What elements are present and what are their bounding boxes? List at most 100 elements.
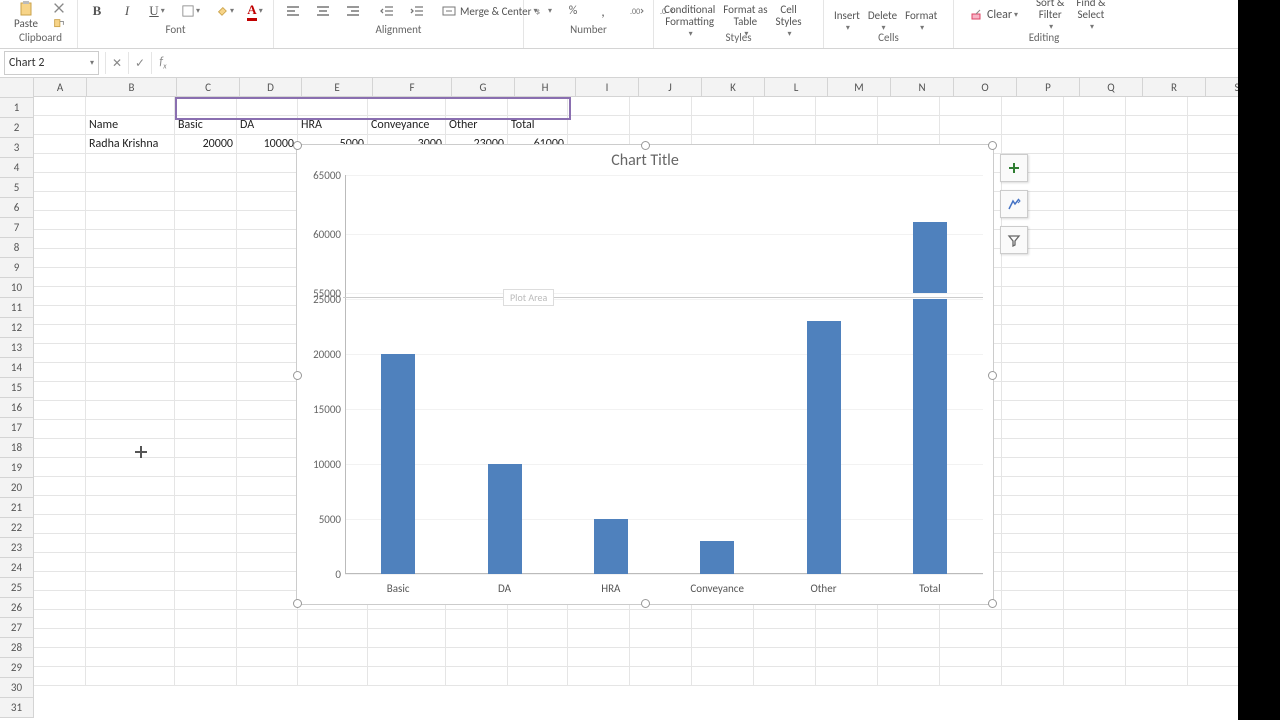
cell[interactable] xyxy=(940,667,1002,686)
cell[interactable] xyxy=(34,515,86,534)
cell[interactable]: Total xyxy=(508,116,568,135)
cell[interactable] xyxy=(1064,515,1126,534)
paste-button[interactable]: Paste xyxy=(10,0,42,30)
fx-button[interactable]: fx xyxy=(151,52,174,74)
cell[interactable] xyxy=(816,116,878,135)
cell[interactable] xyxy=(34,610,86,629)
cell[interactable] xyxy=(568,97,630,116)
cell[interactable] xyxy=(1126,401,1188,420)
cell[interactable] xyxy=(1126,268,1188,287)
cell[interactable] xyxy=(878,667,940,686)
column-header[interactable]: J xyxy=(639,78,702,97)
cell[interactable] xyxy=(940,116,1002,135)
row-header[interactable]: 8 xyxy=(0,238,34,258)
cell[interactable] xyxy=(754,116,816,135)
column-header[interactable]: A xyxy=(34,78,87,97)
row-header[interactable]: 29 xyxy=(0,658,34,678)
cell[interactable] xyxy=(175,496,237,515)
cell[interactable] xyxy=(175,230,237,249)
cell[interactable] xyxy=(86,496,175,515)
cell[interactable] xyxy=(237,97,298,116)
cell[interactable] xyxy=(754,629,816,648)
column-header[interactable]: O xyxy=(954,78,1017,97)
cell[interactable] xyxy=(1064,477,1126,496)
cell[interactable] xyxy=(878,116,940,135)
row-header[interactable]: 13 xyxy=(0,338,34,358)
cell[interactable] xyxy=(1002,306,1064,325)
cell[interactable] xyxy=(237,249,298,268)
cell[interactable] xyxy=(34,268,86,287)
cell[interactable] xyxy=(237,192,298,211)
cell[interactable] xyxy=(1002,363,1064,382)
enter-formula-button[interactable]: ✓ xyxy=(128,52,151,74)
column-header[interactable]: G xyxy=(452,78,515,97)
cell[interactable] xyxy=(446,610,508,629)
column-header[interactable]: B xyxy=(87,78,177,97)
cell[interactable] xyxy=(754,610,816,629)
cell[interactable] xyxy=(237,648,298,667)
cell[interactable] xyxy=(175,477,237,496)
cell[interactable] xyxy=(298,97,368,116)
bold-button[interactable]: B xyxy=(84,0,110,22)
cell[interactable] xyxy=(1126,97,1188,116)
clear-button[interactable]: Clear▾ xyxy=(960,4,1028,26)
cell[interactable] xyxy=(237,458,298,477)
cell[interactable] xyxy=(1002,629,1064,648)
bar[interactable] xyxy=(488,464,522,574)
cell[interactable] xyxy=(175,211,237,230)
percent-button[interactable]: % xyxy=(560,0,586,22)
cell[interactable] xyxy=(237,553,298,572)
cell[interactable] xyxy=(86,382,175,401)
cell[interactable] xyxy=(237,363,298,382)
column-header[interactable]: N xyxy=(891,78,954,97)
cell[interactable] xyxy=(816,667,878,686)
row-header[interactable]: 5 xyxy=(0,178,34,198)
cell[interactable] xyxy=(1002,458,1064,477)
cell[interactable] xyxy=(1002,382,1064,401)
cell[interactable] xyxy=(630,667,692,686)
column-header[interactable]: K xyxy=(702,78,765,97)
cell[interactable] xyxy=(692,97,754,116)
italic-button[interactable]: I xyxy=(114,0,140,22)
cell[interactable] xyxy=(1126,515,1188,534)
row-header[interactable]: 16 xyxy=(0,398,34,418)
cell[interactable] xyxy=(175,363,237,382)
column-header[interactable]: Q xyxy=(1080,78,1143,97)
cell[interactable] xyxy=(86,648,175,667)
cell[interactable] xyxy=(1064,401,1126,420)
embedded-chart[interactable]: Chart Title 5500060000650000500010000150… xyxy=(296,144,994,605)
row-header[interactable]: 26 xyxy=(0,598,34,618)
cell[interactable] xyxy=(1002,420,1064,439)
cell[interactable] xyxy=(34,458,86,477)
cell[interactable] xyxy=(940,629,1002,648)
cell[interactable] xyxy=(1064,287,1126,306)
bar[interactable] xyxy=(913,222,947,293)
cell[interactable] xyxy=(34,667,86,686)
cell[interactable] xyxy=(630,610,692,629)
cell[interactable] xyxy=(237,439,298,458)
row-header[interactable]: 2 xyxy=(0,118,34,138)
cell[interactable] xyxy=(86,553,175,572)
cell[interactable] xyxy=(1126,610,1188,629)
column-header[interactable]: R xyxy=(1143,78,1206,97)
cell[interactable] xyxy=(878,648,940,667)
row-header[interactable]: 31 xyxy=(0,698,34,718)
row-header[interactable]: 27 xyxy=(0,618,34,638)
cell[interactable] xyxy=(86,534,175,553)
cell[interactable] xyxy=(175,667,237,686)
cell[interactable] xyxy=(1126,192,1188,211)
cell[interactable] xyxy=(86,154,175,173)
cell[interactable] xyxy=(175,572,237,591)
cell[interactable] xyxy=(446,97,508,116)
cell[interactable] xyxy=(446,648,508,667)
cell[interactable] xyxy=(1126,344,1188,363)
cell[interactable] xyxy=(34,173,86,192)
cell[interactable]: HRA xyxy=(298,116,368,135)
bar[interactable] xyxy=(913,299,947,574)
cell[interactable] xyxy=(1002,553,1064,572)
accounting-format-button[interactable]: $▾ xyxy=(530,0,556,22)
cell[interactable] xyxy=(175,192,237,211)
cell[interactable] xyxy=(1126,534,1188,553)
bar[interactable] xyxy=(807,321,841,574)
formula-input[interactable] xyxy=(178,52,1280,74)
